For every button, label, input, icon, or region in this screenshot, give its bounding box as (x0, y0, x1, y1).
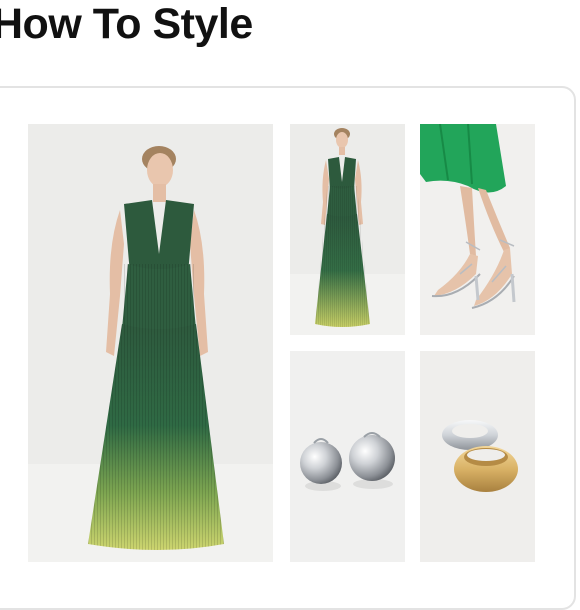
dress-model-large-icon (28, 124, 273, 562)
silver-gold-rings-icon (420, 351, 535, 562)
section-title: How To Style (0, 0, 253, 48)
product-image-sandals[interactable] (420, 124, 535, 335)
product-image-rings[interactable] (420, 351, 535, 562)
product-image-dress-large[interactable] (28, 124, 273, 562)
clear-heel-sandals-icon (420, 124, 535, 335)
silver-dome-earrings-icon (290, 351, 405, 562)
dress-model-small-icon (290, 124, 405, 335)
product-image-earrings[interactable] (290, 351, 405, 562)
product-image-dress-small[interactable] (290, 124, 405, 335)
